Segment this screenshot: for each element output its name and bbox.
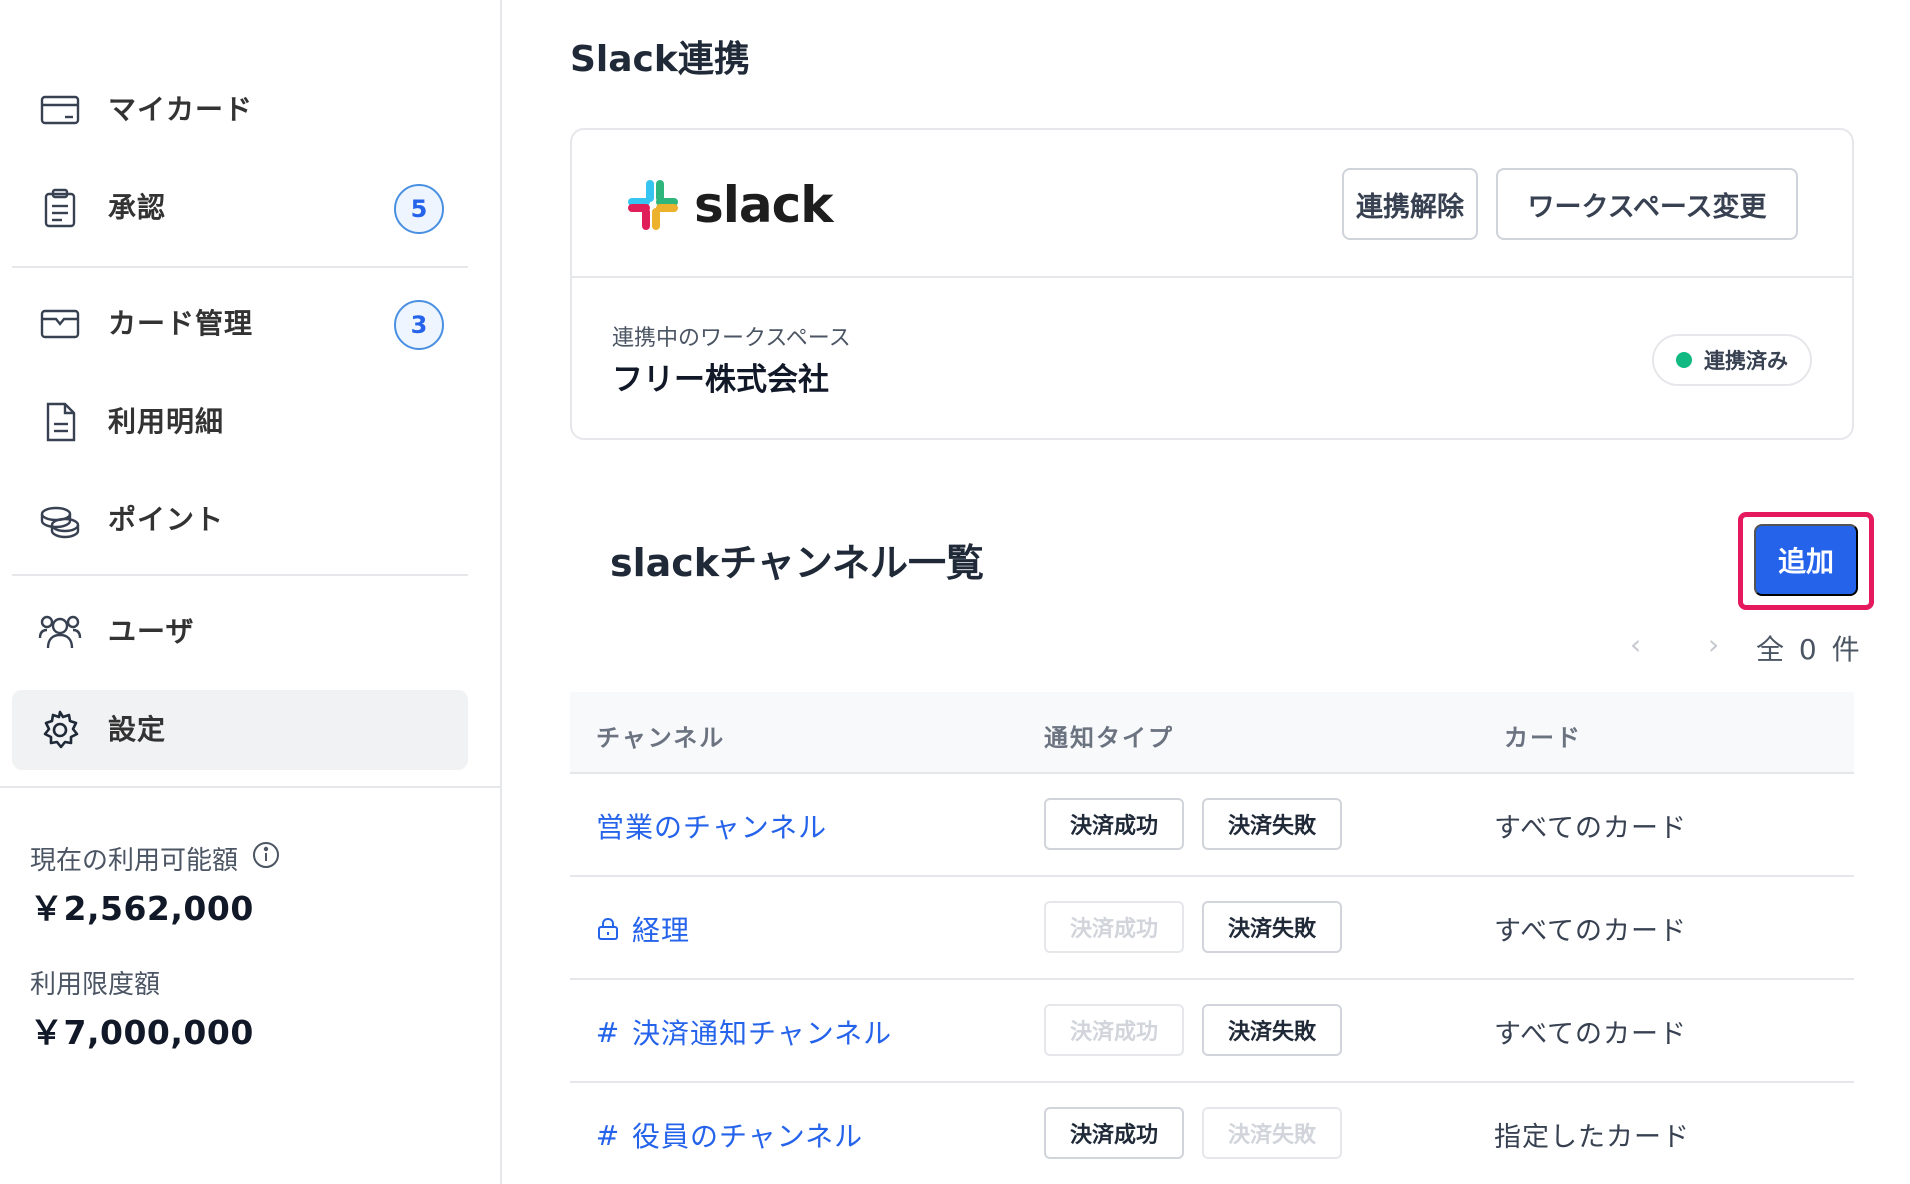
sidebar-item-my-card[interactable]: マイカード xyxy=(12,70,468,150)
card-management-count-badge: 3 xyxy=(394,300,444,350)
lock-icon xyxy=(596,917,620,941)
channel-link[interactable]: # 決済通知チャンネル xyxy=(596,1012,892,1052)
channel-link[interactable]: 経理 xyxy=(596,909,690,949)
sidebar-item-points[interactable]: ポイント xyxy=(12,480,468,560)
workspace-label: 連携中のワークスペース xyxy=(612,326,851,351)
approval-count-badge: 5 xyxy=(394,184,444,234)
coins-icon xyxy=(36,496,84,544)
sidebar-item-statements[interactable]: 利用明細 xyxy=(12,382,468,462)
hash-icon: # xyxy=(595,1015,621,1049)
notify-failure-tag: 決済失敗 xyxy=(1202,1004,1342,1056)
notify-failure-tag: 決済失敗 xyxy=(1202,901,1342,953)
sidebar: マイカード 承認 5 カード管理 3 利用明細 ポイント ユーザ 設定 現在の利… xyxy=(0,0,502,1184)
total-count: 全 0 件 xyxy=(1756,633,1863,666)
status-dot-icon xyxy=(1676,352,1692,368)
channel-name: 役員のチャンネル xyxy=(632,1120,864,1153)
slack-integration-card: slack 連携解除 ワークスペース変更 連携中のワークスペース フリー株式会社… xyxy=(570,128,1854,440)
nav-divider xyxy=(12,574,468,576)
notify-success-tag: 決済成功 xyxy=(1044,901,1184,953)
channel-name: 営業のチャンネル xyxy=(596,811,828,844)
nav-divider xyxy=(12,266,468,268)
status-label: 連携済み xyxy=(1704,349,1788,373)
sidebar-item-label: 設定 xyxy=(108,713,167,746)
sidebar-section-divider xyxy=(0,786,502,788)
credit-limit-label: 利用限度額 xyxy=(30,964,160,1001)
sidebar-item-label: ポイント xyxy=(108,503,225,536)
channel-link[interactable]: # 役員のチャンネル xyxy=(596,1115,863,1155)
sidebar-item-label: マイカード xyxy=(108,93,254,126)
sidebar-item-label: 承認 xyxy=(108,191,167,224)
hash-icon: # xyxy=(595,1118,621,1152)
sidebar-item-card-management[interactable]: カード管理 3 xyxy=(12,284,468,364)
pager-next-icon[interactable]: › xyxy=(1708,628,1719,661)
pager-prev-icon[interactable]: ‹ xyxy=(1630,628,1641,661)
workspace-name: フリー株式会社 xyxy=(612,362,829,398)
sidebar-item-label: カード管理 xyxy=(108,307,254,340)
change-workspace-button[interactable]: ワークスペース変更 xyxy=(1496,168,1798,240)
notify-failure-tag: 決済失敗 xyxy=(1202,1107,1342,1159)
credit-card-icon xyxy=(36,86,84,134)
notify-success-tag: 決済成功 xyxy=(1044,1107,1184,1159)
gear-icon xyxy=(36,706,84,754)
channel-name: 決済通知チャンネル xyxy=(632,1017,893,1050)
users-icon xyxy=(36,608,84,656)
card-scope: すべてのカード xyxy=(1494,813,1688,844)
column-header-notify-type: 通知タイプ xyxy=(1044,724,1174,752)
credit-limit-label-text: 利用限度額 xyxy=(30,970,161,1000)
table-row: 経理 決済成功 決済失敗 すべてのカード xyxy=(570,877,1854,980)
card-divider xyxy=(572,276,1852,278)
channels-table: チャンネル 通知タイプ カード 営業のチャンネル 決済成功 決済失敗 すべてのカ… xyxy=(570,692,1854,1184)
column-header-card: カード xyxy=(1504,724,1582,752)
slack-wordmark: slack xyxy=(694,176,834,234)
clipboard-icon xyxy=(36,184,84,232)
sidebar-item-users[interactable]: ユーザ xyxy=(12,592,468,672)
card-scope: すべてのカード xyxy=(1494,1019,1688,1050)
available-amount-label-text: 現在の利用可能額 xyxy=(30,846,239,876)
info-icon[interactable] xyxy=(252,841,280,876)
table-row: 営業のチャンネル 決済成功 決済失敗 すべてのカード xyxy=(570,774,1854,877)
channel-name: 経理 xyxy=(632,914,691,947)
notify-success-tag: 決済成功 xyxy=(1044,1004,1184,1056)
notify-success-tag: 決済成功 xyxy=(1044,798,1184,850)
channel-link[interactable]: 営業のチャンネル xyxy=(596,806,827,846)
page-title: Slack連携 xyxy=(570,39,750,80)
table-row: # 決済通知チャンネル 決済成功 決済失敗 すべてのカード xyxy=(570,980,1854,1083)
column-header-channel: チャンネル xyxy=(596,724,726,752)
table-row: # 役員のチャンネル 決済成功 決済失敗 指定したカード xyxy=(570,1083,1854,1184)
table-header: チャンネル 通知タイプ カード xyxy=(570,692,1854,774)
available-amount-value: ￥2,562,000 xyxy=(30,889,254,928)
available-amount-label: 現在の利用可能額 xyxy=(30,840,280,877)
sidebar-item-label: ユーザ xyxy=(108,615,195,648)
credit-limit-value: ￥7,000,000 xyxy=(30,1013,254,1052)
card-scope: すべてのカード xyxy=(1494,916,1688,947)
sidebar-item-label: 利用明細 xyxy=(108,405,225,438)
slack-logo: slack xyxy=(626,176,834,234)
sidebar-item-settings[interactable]: 設定 xyxy=(12,690,468,770)
status-badge: 連携済み xyxy=(1652,334,1812,386)
channels-section-title: slackチャンネル一覧 xyxy=(610,541,984,585)
document-icon xyxy=(36,398,84,446)
slack-logo-icon xyxy=(628,180,678,230)
disconnect-button[interactable]: 連携解除 xyxy=(1342,168,1478,240)
notify-failure-tag: 決済失敗 xyxy=(1202,798,1342,850)
card-folder-icon xyxy=(36,300,84,348)
sidebar-item-approval[interactable]: 承認 5 xyxy=(12,168,468,248)
card-scope: 指定したカード xyxy=(1494,1122,1690,1153)
add-channel-button[interactable]: 追加 xyxy=(1754,524,1858,596)
